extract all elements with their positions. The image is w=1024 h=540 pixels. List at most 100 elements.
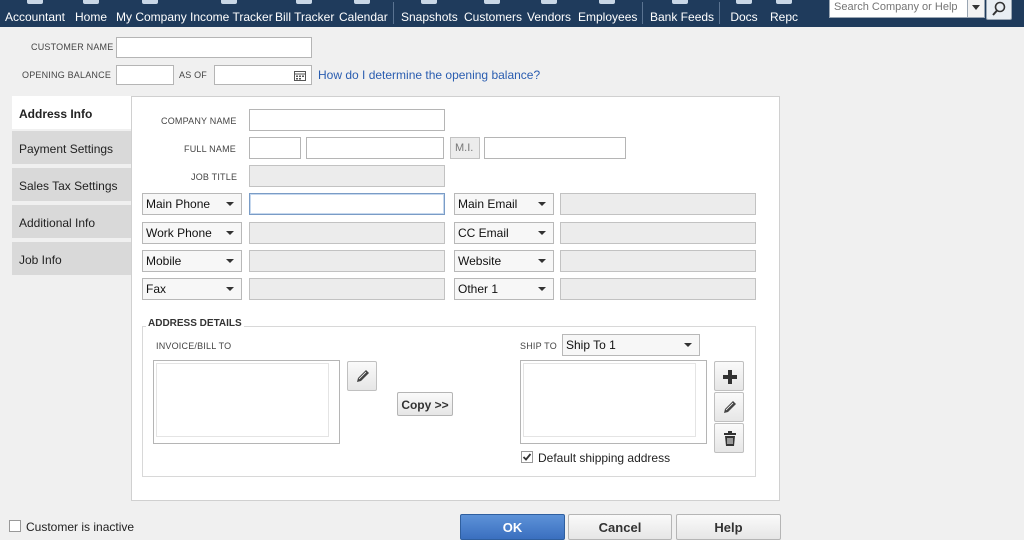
checkmark-icon bbox=[522, 453, 532, 461]
email-type-select-3[interactable]: Website bbox=[454, 250, 554, 272]
default-shipping-label: Default shipping address bbox=[538, 451, 671, 465]
pencil-icon bbox=[724, 401, 736, 413]
email-type-select-4[interactable]: Other 1 bbox=[454, 278, 554, 300]
chevron-down-icon bbox=[538, 202, 546, 206]
edit-ship-to-button[interactable] bbox=[714, 392, 744, 422]
main-phone-input[interactable] bbox=[249, 193, 445, 215]
income-tracker-icon bbox=[221, 0, 237, 4]
search-box bbox=[829, 0, 985, 18]
customer-inactive-label: Customer is inactive bbox=[26, 520, 135, 534]
search-dropdown[interactable] bbox=[967, 0, 984, 17]
phone-type-select-2[interactable]: Work Phone bbox=[142, 222, 242, 244]
bank-feeds-icon bbox=[672, 0, 688, 4]
toolbar-calendar[interactable]: Calendar bbox=[339, 0, 388, 27]
chevron-down-icon bbox=[972, 5, 980, 10]
calendar-icon bbox=[354, 0, 370, 4]
toolbar-home[interactable]: Home bbox=[74, 0, 108, 27]
name-prefix-input[interactable] bbox=[249, 137, 301, 159]
calendar-icon[interactable] bbox=[294, 70, 306, 81]
trash-icon bbox=[724, 431, 736, 446]
job-title-input[interactable] bbox=[249, 165, 445, 187]
ship-to-address[interactable] bbox=[520, 360, 707, 444]
toolbar-docs[interactable]: Docs bbox=[728, 0, 760, 27]
toolbar-separator bbox=[393, 2, 394, 24]
employees-icon bbox=[599, 0, 615, 4]
ok-button[interactable]: OK bbox=[460, 514, 565, 540]
plus-icon bbox=[723, 370, 737, 384]
accountant-icon bbox=[27, 0, 43, 4]
bill-to-address-area bbox=[156, 363, 329, 437]
bill-to-label: INVOICE/BILL TO bbox=[156, 341, 232, 351]
chevron-down-icon bbox=[226, 287, 234, 291]
work-phone-input[interactable] bbox=[249, 222, 445, 244]
cancel-button[interactable]: Cancel bbox=[568, 514, 672, 540]
add-ship-to-button[interactable] bbox=[714, 361, 744, 391]
ship-to-address-area bbox=[523, 363, 696, 437]
as-of-label: AS OF bbox=[179, 70, 208, 80]
customers-icon bbox=[484, 0, 500, 4]
search-icon bbox=[992, 1, 1006, 16]
search-button[interactable] bbox=[986, 0, 1012, 20]
main-email-input[interactable] bbox=[560, 193, 756, 215]
opening-balance-label: OPENING BALANCE bbox=[22, 70, 112, 80]
ship-to-label: SHIP TO bbox=[520, 341, 557, 351]
search-input[interactable] bbox=[830, 0, 964, 16]
phone-type-select-1[interactable]: Main Phone bbox=[142, 193, 242, 215]
website-input[interactable] bbox=[560, 250, 756, 272]
chevron-down-icon bbox=[226, 231, 234, 235]
tab-additional-info[interactable]: Additional Info bbox=[12, 205, 132, 240]
toolbar-separator bbox=[719, 2, 720, 24]
toolbar-bank-feeds[interactable]: Bank Feeds bbox=[650, 0, 714, 27]
phone-type-select-4[interactable]: Fax bbox=[142, 278, 242, 300]
mobile-input[interactable] bbox=[249, 250, 445, 272]
docs-icon bbox=[736, 0, 752, 4]
phone-type-select-3[interactable]: Mobile bbox=[142, 250, 242, 272]
tab-sales-tax-settings[interactable]: Sales Tax Settings bbox=[12, 168, 132, 203]
toolbar-separator bbox=[642, 2, 643, 24]
address-details-heading: ADDRESS DETAILS bbox=[146, 318, 244, 329]
toolbar-bill-tracker[interactable]: Bill Tracker bbox=[275, 0, 334, 27]
toolbar-employees[interactable]: Employees bbox=[578, 0, 637, 27]
tab-job-info[interactable]: Job Info bbox=[12, 242, 132, 277]
company-name-input[interactable] bbox=[249, 109, 445, 131]
email-type-select-2[interactable]: CC Email bbox=[454, 222, 554, 244]
customer-name-label: CUSTOMER NAME bbox=[31, 42, 114, 52]
top-toolbar: Accountant Home My Company Income Tracke… bbox=[0, 0, 1024, 27]
bill-tracker-icon bbox=[296, 0, 312, 4]
toolbar-reports[interactable]: Repc bbox=[770, 0, 798, 27]
chevron-down-icon bbox=[538, 231, 546, 235]
chevron-down-icon bbox=[226, 259, 234, 263]
chevron-down-icon bbox=[538, 259, 546, 263]
bill-to-address[interactable] bbox=[153, 360, 340, 444]
copy-address-button[interactable]: Copy >> bbox=[397, 392, 453, 416]
toolbar-my-company[interactable]: My Company bbox=[116, 0, 187, 27]
opening-balance-input[interactable] bbox=[116, 65, 174, 85]
vendors-icon bbox=[541, 0, 557, 4]
last-name-input[interactable] bbox=[484, 137, 626, 159]
delete-ship-to-button[interactable] bbox=[714, 423, 744, 453]
help-button[interactable]: Help bbox=[676, 514, 781, 540]
toolbar-snapshots[interactable]: Snapshots bbox=[401, 0, 458, 27]
edit-bill-to-button[interactable] bbox=[347, 361, 377, 391]
other-1-input[interactable] bbox=[560, 278, 756, 300]
as-of-date-input[interactable] bbox=[214, 65, 312, 85]
chevron-down-icon bbox=[538, 287, 546, 291]
opening-balance-help-link[interactable]: How do I determine the opening balance? bbox=[318, 68, 540, 82]
toolbar-customers[interactable]: Customers bbox=[464, 0, 522, 27]
default-shipping-checkbox[interactable] bbox=[521, 451, 533, 463]
toolbar-income-tracker[interactable]: Income Tracker bbox=[190, 0, 273, 27]
email-type-select-1[interactable]: Main Email bbox=[454, 193, 554, 215]
first-name-input[interactable] bbox=[306, 137, 444, 159]
company-name-label: COMPANY NAME bbox=[161, 116, 237, 126]
customer-inactive-checkbox[interactable] bbox=[9, 520, 21, 532]
customer-name-input[interactable] bbox=[116, 37, 312, 58]
fax-input[interactable] bbox=[249, 278, 445, 300]
ship-to-select[interactable]: Ship To 1 bbox=[562, 334, 700, 356]
tab-address-info[interactable]: Address Info bbox=[12, 96, 133, 131]
chevron-down-icon bbox=[684, 343, 692, 347]
toolbar-accountant[interactable]: Accountant bbox=[4, 0, 66, 27]
cc-email-input[interactable] bbox=[560, 222, 756, 244]
middle-initial-input[interactable]: M.I. bbox=[450, 137, 480, 159]
toolbar-vendors[interactable]: Vendors bbox=[527, 0, 571, 27]
tab-payment-settings[interactable]: Payment Settings bbox=[12, 131, 132, 166]
